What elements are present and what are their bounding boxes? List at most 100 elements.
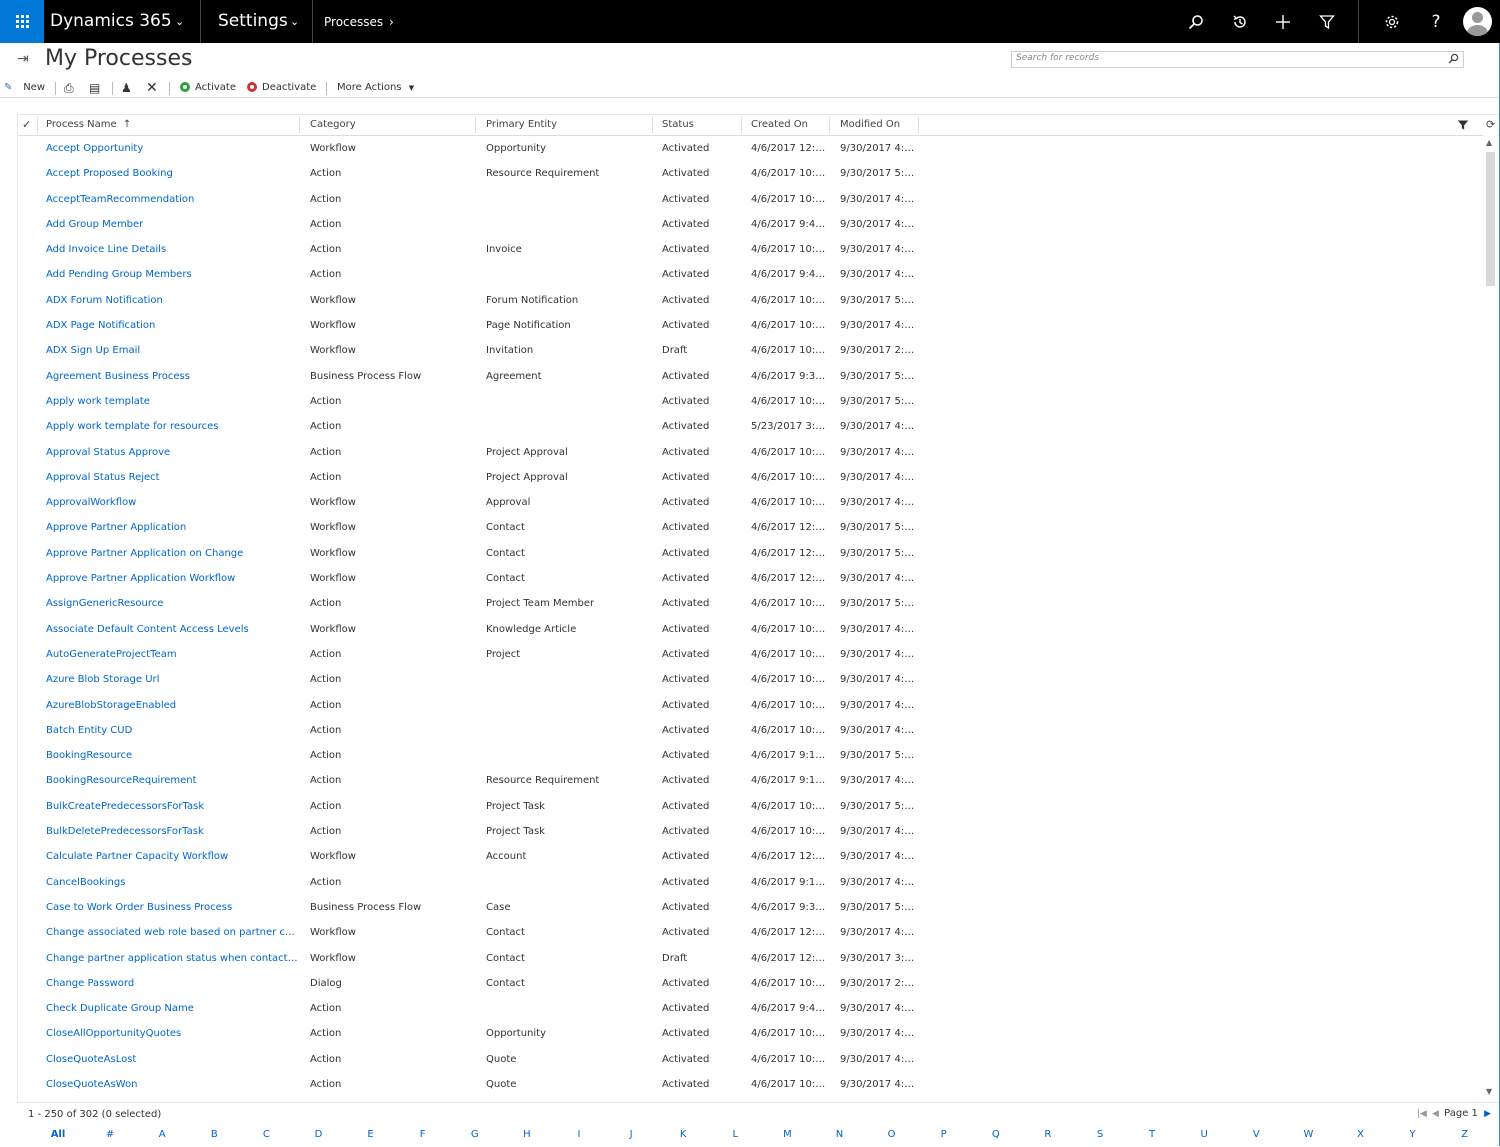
table-row[interactable]: CloseAllOpportunityQuotes Action Opportuni… xyxy=(18,1021,1484,1046)
table-row[interactable]: Accept Opportunity Workflow Opportunity Act… xyxy=(18,136,1484,161)
letter-filter-w[interactable]: W xyxy=(1298,1129,1318,1140)
table-row[interactable]: Agreement Business Process Business Proce… xyxy=(18,364,1484,389)
activate-button[interactable]: Activate xyxy=(180,79,236,97)
scroll-thumb[interactable] xyxy=(1486,152,1495,286)
process-name-cell[interactable]: Associate Default Content Access Levels xyxy=(46,617,249,642)
table-row[interactable]: Approve Partner Application on Change Wor… xyxy=(18,541,1484,566)
pin-icon[interactable]: ⇥ xyxy=(17,51,29,67)
process-name-cell[interactable]: Change Password xyxy=(46,971,134,996)
table-row[interactable]: AzureBlobStorageEnabled Action Activated 4/… xyxy=(18,693,1484,718)
table-row[interactable]: ADX Sign Up Email Workflow Invitation Draft… xyxy=(18,338,1484,363)
table-row[interactable]: AssignGenericResource Action Project Team … xyxy=(18,591,1484,616)
letter-filter-p[interactable]: P xyxy=(934,1129,954,1140)
column-header-created-on[interactable]: Created On xyxy=(751,115,808,135)
table-row[interactable]: Case to Work Order Business Process Busin… xyxy=(18,895,1484,920)
table-row[interactable]: Associate Default Content Access Levels W… xyxy=(18,617,1484,642)
scroll-up-arrow-icon[interactable]: ▲ xyxy=(1486,138,1492,147)
letter-filter-r[interactable]: R xyxy=(1038,1129,1058,1140)
print-icon[interactable]: ⎙ xyxy=(64,79,74,97)
more-actions-button[interactable]: More Actions ▼ xyxy=(337,79,414,97)
letter-filter-hash[interactable]: # xyxy=(100,1129,120,1140)
table-row[interactable]: Calculate Partner Capacity Workflow Workf… xyxy=(18,844,1484,869)
letter-filter-l[interactable]: L xyxy=(725,1129,745,1140)
process-name-cell[interactable]: ADX Forum Notification xyxy=(46,288,163,313)
letter-filter-d[interactable]: D xyxy=(309,1129,329,1140)
letter-filter-f[interactable]: F xyxy=(413,1129,433,1140)
table-row[interactable]: BookingResourceRequirement Action Resource… xyxy=(18,768,1484,793)
letter-filter-e[interactable]: E xyxy=(361,1129,381,1140)
table-row[interactable]: Azure Blob Storage Url Action Activated 4/6… xyxy=(18,667,1484,692)
table-row[interactable]: ADX Forum Notification Workflow Forum Noti… xyxy=(18,288,1484,313)
delete-icon[interactable]: ✕ xyxy=(146,79,158,97)
process-name-cell[interactable]: AssignGenericResource xyxy=(46,591,163,616)
process-name-cell[interactable]: Case to Work Order Business Process xyxy=(46,895,232,920)
process-name-cell[interactable]: Accept Proposed Booking xyxy=(46,161,173,186)
scroll-down-arrow-icon[interactable]: ▼ xyxy=(1486,1087,1492,1096)
table-row[interactable]: AutoGenerateProjectTeam Action Project Acti… xyxy=(18,642,1484,667)
letter-filter-h[interactable]: H xyxy=(517,1129,537,1140)
process-name-cell[interactable]: Check Duplicate Group Name xyxy=(46,996,194,1021)
table-row[interactable]: Change partner application status when c… xyxy=(18,946,1484,971)
column-header-status[interactable]: Status xyxy=(662,115,694,135)
app-launcher-button[interactable] xyxy=(0,0,44,43)
letter-filter-a[interactable]: A xyxy=(152,1129,172,1140)
process-name-cell[interactable]: Agreement Business Process xyxy=(46,364,190,389)
process-name-cell[interactable]: Azure Blob Storage Url xyxy=(46,667,159,692)
process-name-cell[interactable]: BookingResource xyxy=(46,743,132,768)
process-name-cell[interactable]: Calculate Partner Capacity Workflow xyxy=(46,844,228,869)
letter-filter-c[interactable]: C xyxy=(256,1129,276,1140)
select-all-checkbox[interactable]: ✓ xyxy=(22,115,31,135)
column-header-process-name[interactable]: Process Name ↑ xyxy=(46,115,131,135)
table-row[interactable]: Add Pending Group Members Action Activated… xyxy=(18,262,1484,287)
brand-title[interactable]: Dynamics 365 xyxy=(50,0,172,43)
table-row[interactable]: Approve Partner Application Workflow Work… xyxy=(18,566,1484,591)
breadcrumb-processes[interactable]: Processes xyxy=(324,0,383,43)
process-name-cell[interactable]: Approval Status Reject xyxy=(46,465,160,490)
table-row[interactable]: Approval Status Approve Action Project App… xyxy=(18,440,1484,465)
table-row[interactable]: Change associated web role based on part… xyxy=(18,920,1484,945)
table-row[interactable]: Apply work template Action Activated 4/6/20… xyxy=(18,389,1484,414)
assign-icon[interactable]: ♟ xyxy=(121,79,132,97)
letter-filter-k[interactable]: K xyxy=(673,1129,693,1140)
process-name-cell[interactable]: Batch Entity CUD xyxy=(46,718,132,743)
process-name-cell[interactable]: Approve Partner Application xyxy=(46,515,186,540)
table-row[interactable]: CloseQuoteAsWon Action Quote Activated 4/6/2… xyxy=(18,1072,1484,1097)
vertical-scrollbar[interactable]: ▲ ▼ xyxy=(1483,135,1498,1101)
letter-filter-y[interactable]: Y xyxy=(1403,1129,1423,1140)
process-name-cell[interactable]: ADX Page Notification xyxy=(46,313,155,338)
process-name-cell[interactable]: CloseQuoteAsWon xyxy=(46,1072,137,1097)
search-icon[interactable] xyxy=(1178,0,1214,43)
letter-filter-t[interactable]: T xyxy=(1142,1129,1162,1140)
filter-icon[interactable] xyxy=(1309,0,1345,43)
process-name-cell[interactable]: Add Pending Group Members xyxy=(46,262,192,287)
letter-filter-v[interactable]: V xyxy=(1246,1129,1266,1140)
table-row[interactable]: CancelBookings Action Activated 4/6/2017 9:… xyxy=(18,870,1484,895)
process-name-cell[interactable]: BookingResourceRequirement xyxy=(46,768,197,793)
chevron-right-icon[interactable]: › xyxy=(389,15,394,29)
process-name-cell[interactable]: Apply work template for resources xyxy=(46,414,219,439)
process-name-cell[interactable]: CloseQuoteAsLost xyxy=(46,1047,136,1072)
letter-filter-x[interactable]: X xyxy=(1351,1129,1371,1140)
table-row[interactable]: ADX Page Notification Workflow Page Notifi… xyxy=(18,313,1484,338)
refresh-icon[interactable]: ⟳ xyxy=(1486,115,1495,135)
letter-filter-b[interactable]: B xyxy=(204,1129,224,1140)
letter-filter-j[interactable]: J xyxy=(621,1129,641,1140)
report-icon[interactable]: ▤ xyxy=(89,79,100,97)
column-header-modified-on[interactable]: Modified On xyxy=(840,115,900,135)
process-name-cell[interactable]: CancelBookings xyxy=(46,870,125,895)
process-name-cell[interactable]: Approval Status Approve xyxy=(46,440,170,465)
process-name-cell[interactable]: AutoGenerateProjectTeam xyxy=(46,642,177,667)
area-settings[interactable]: Settings xyxy=(218,0,288,43)
page-title[interactable]: My Processes xyxy=(45,46,192,71)
history-icon[interactable] xyxy=(1222,0,1258,43)
table-row[interactable]: CloseQuoteAsLost Action Quote Activated 4/6/… xyxy=(18,1047,1484,1072)
letter-filter-n[interactable]: N xyxy=(830,1129,850,1140)
chevron-down-icon[interactable]: ⌄ xyxy=(290,15,299,28)
letter-filter-s[interactable]: S xyxy=(1090,1129,1110,1140)
column-header-category[interactable]: Category xyxy=(310,115,356,135)
process-name-cell[interactable]: Change associated web role based on part… xyxy=(46,920,298,945)
new-button[interactable]: ✎ New xyxy=(4,79,45,97)
process-name-cell[interactable]: ADX Sign Up Email xyxy=(46,338,140,363)
process-name-cell[interactable]: CloseAllOpportunityQuotes xyxy=(46,1021,181,1046)
process-name-cell[interactable]: Add Invoice Line Details xyxy=(46,237,166,262)
